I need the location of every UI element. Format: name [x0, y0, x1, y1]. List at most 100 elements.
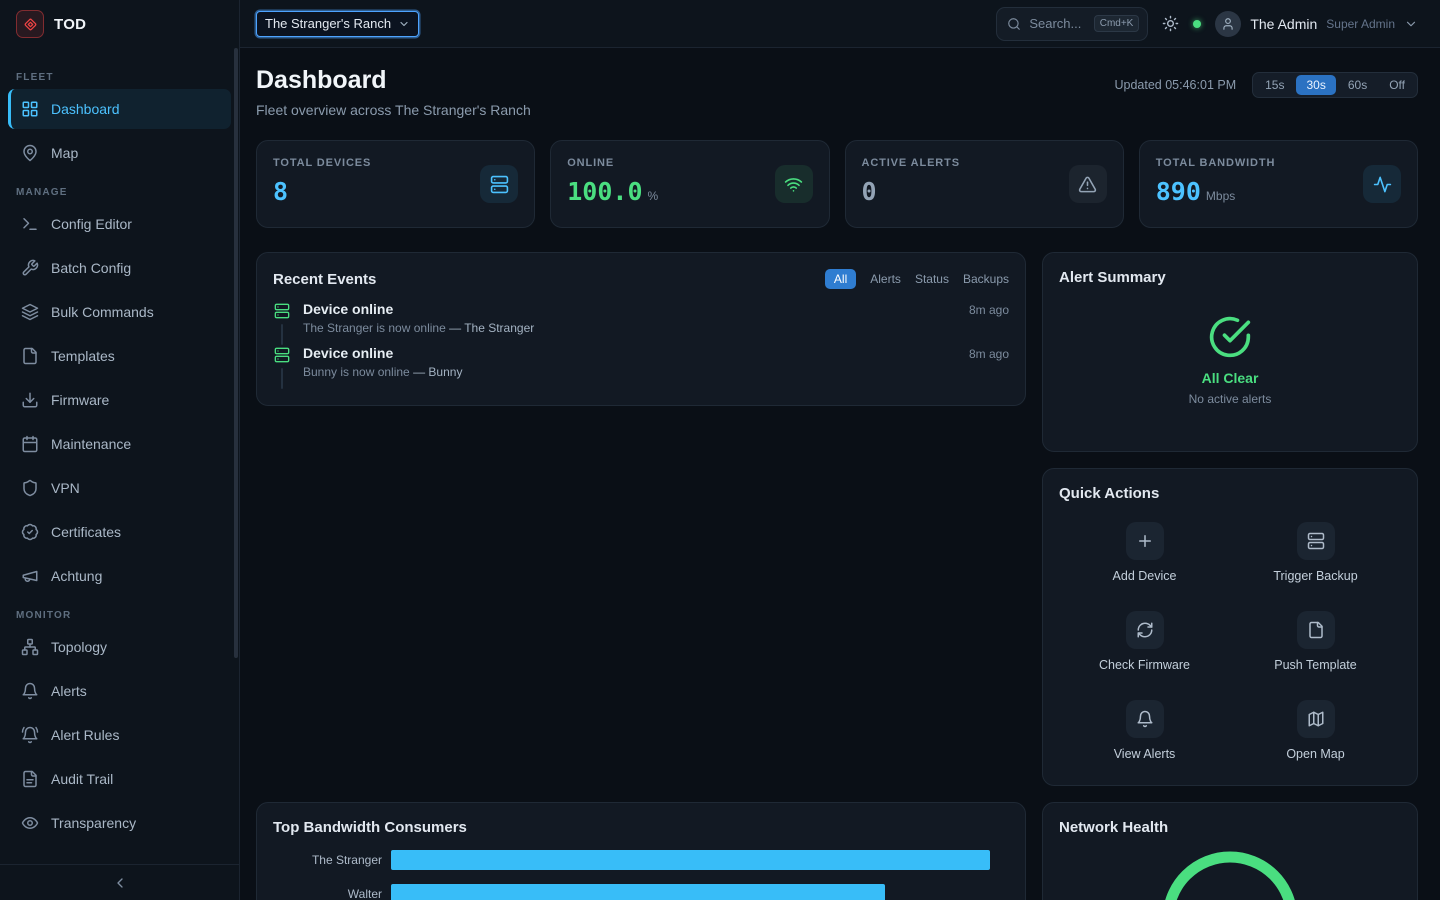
eye-icon — [21, 814, 39, 832]
action-label: Check Firmware — [1099, 658, 1190, 672]
sidebar-item-firmware[interactable]: Firmware — [8, 380, 231, 420]
refresh-option-off[interactable]: Off — [1379, 75, 1415, 95]
event-title: Device online — [303, 345, 393, 361]
main-area: The Stranger's Ranch Cmd+K The Admin Sup… — [240, 0, 1440, 900]
topbar-right: Cmd+K The Admin Super Admin — [996, 7, 1418, 41]
sidebar-item-batch-config[interactable]: Batch Config — [8, 248, 231, 288]
event-row: Device online 8m ago The Stranger is now… — [273, 301, 1009, 345]
refresh-option-15s[interactable]: 15s — [1255, 75, 1294, 95]
search-input[interactable] — [1029, 16, 1085, 31]
timeline-connector — [281, 324, 283, 345]
app-header: TOD — [0, 0, 239, 48]
action-open-map[interactable]: Open Map — [1230, 700, 1401, 761]
bandwidth-card: Top Bandwidth Consumers The Stranger Wal… — [256, 802, 1026, 900]
site-selector[interactable]: The Stranger's Ranch — [256, 11, 419, 37]
sidebar-item-audit-trail[interactable]: Audit Trail — [8, 759, 231, 799]
page-title: Dashboard — [256, 66, 531, 95]
chevron-left-icon — [112, 875, 128, 891]
refresh-option-30s[interactable]: 30s — [1296, 75, 1335, 95]
sidebar-item-certificates[interactable]: Certificates — [8, 512, 231, 552]
bell-icon — [1126, 700, 1164, 738]
stat-value: 890 — [1156, 177, 1201, 206]
sidebar-section-label-fleet: FLEET — [16, 72, 223, 83]
sidebar-item-bulk-commands[interactable]: Bulk Commands — [8, 292, 231, 332]
wrench-icon — [21, 259, 39, 277]
sidebar-item-label: Topology — [51, 639, 107, 655]
plus-icon — [1126, 522, 1164, 560]
refresh-option-60s[interactable]: 60s — [1338, 75, 1377, 95]
megaphone-icon — [21, 567, 39, 585]
sidebar-item-map[interactable]: Map — [8, 133, 231, 173]
filter-alerts[interactable]: Alerts — [870, 272, 901, 286]
stat-card-total-bandwidth: TOTAL BANDWIDTH 890 Mbps — [1139, 140, 1418, 228]
event-time: 8m ago — [969, 303, 1009, 317]
action-add-device[interactable]: Add Device — [1059, 522, 1230, 583]
sidebar-item-config-editor[interactable]: Config Editor — [8, 204, 231, 244]
stat-card-online: ONLINE 100.0 % — [550, 140, 829, 228]
layers-icon — [21, 303, 39, 321]
user-menu[interactable]: The Admin Super Admin — [1215, 11, 1418, 37]
sidebar-item-label: Certificates — [51, 524, 121, 540]
filter-backups[interactable]: Backups — [963, 272, 1009, 286]
stat-label: ONLINE — [567, 157, 812, 169]
sidebar-item-label: Maintenance — [51, 436, 131, 452]
sidebar: TOD FLEET Dashboard Map MANAGE Config Ed… — [0, 0, 240, 900]
filter-status[interactable]: Status — [915, 272, 949, 286]
card-title: Top Bandwidth Consumers — [273, 819, 1009, 836]
dashboard-grid: Recent Events All Alerts Status Backups — [256, 252, 1418, 900]
action-label: Add Device — [1113, 569, 1177, 583]
sidebar-collapse-button[interactable] — [0, 864, 239, 900]
sidebar-item-transparency[interactable]: Transparency — [8, 803, 231, 843]
theme-toggle-button[interactable] — [1162, 15, 1179, 32]
event-list: Device online 8m ago The Stranger is now… — [273, 301, 1009, 389]
page-subtitle: Fleet overview across The Stranger's Ran… — [256, 102, 531, 118]
sidebar-item-alerts[interactable]: Alerts — [8, 671, 231, 711]
action-push-template[interactable]: Push Template — [1230, 611, 1401, 672]
action-trigger-backup[interactable]: Trigger Backup — [1230, 522, 1401, 583]
sidebar-item-vpn[interactable]: VPN — [8, 468, 231, 508]
quick-actions-card: Quick Actions Add Device Tri — [1042, 468, 1418, 786]
stat-label: ACTIVE ALERTS — [862, 157, 1107, 169]
wifi-icon — [775, 165, 813, 203]
action-view-alerts[interactable]: View Alerts — [1059, 700, 1230, 761]
event-description: Bunny is now online — Bunny — [303, 365, 1009, 379]
timeline-connector — [281, 368, 283, 389]
map-pin-icon — [21, 144, 39, 162]
action-label: Push Template — [1274, 658, 1356, 672]
sidebar-item-topology[interactable]: Topology — [8, 627, 231, 667]
sidebar-section-label-manage: MANAGE — [16, 187, 223, 198]
user-icon — [1221, 17, 1235, 31]
stat-label: TOTAL BANDWIDTH — [1156, 157, 1401, 169]
card-title: Alert Summary — [1059, 269, 1401, 286]
sidebar-item-label: VPN — [51, 480, 80, 496]
card-title: Recent Events — [273, 271, 376, 288]
warning-triangle-icon — [1069, 165, 1107, 203]
stat-value: 100.0 — [567, 177, 642, 206]
sidebar-item-dashboard[interactable]: Dashboard — [8, 89, 231, 129]
sidebar-item-label: Dashboard — [51, 101, 120, 117]
event-description: The Stranger is now online — The Strange… — [303, 321, 1009, 335]
sidebar-item-achtung[interactable]: Achtung — [8, 556, 231, 596]
event-title: Device online — [303, 301, 393, 317]
sidebar-item-alert-rules[interactable]: Alert Rules — [8, 715, 231, 755]
alert-summary-card: Alert Summary All Clear No active alerts — [1042, 252, 1418, 452]
bar-row: Walter — [273, 884, 1009, 900]
health-gauge — [1059, 836, 1401, 900]
stat-suffix: % — [648, 189, 659, 203]
bar-label: The Stranger — [273, 853, 391, 867]
sidebar-section-label-monitor: MONITOR — [16, 610, 223, 621]
event-device: — The Stranger — [449, 321, 534, 335]
action-check-firmware[interactable]: Check Firmware — [1059, 611, 1230, 672]
sidebar-scrollbar[interactable] — [234, 48, 238, 658]
sidebar-item-maintenance[interactable]: Maintenance — [8, 424, 231, 464]
filter-all[interactable]: All — [825, 269, 856, 289]
sidebar-item-templates[interactable]: Templates — [8, 336, 231, 376]
card-title: Network Health — [1059, 819, 1401, 836]
search-box[interactable]: Cmd+K — [996, 7, 1148, 41]
connection-status-dot — [1193, 20, 1201, 28]
map-icon — [1297, 700, 1335, 738]
sidebar-item-label: Firmware — [51, 392, 109, 408]
calendar-icon — [21, 435, 39, 453]
sidebar-nav: FLEET Dashboard Map MANAGE Config Editor… — [0, 48, 239, 864]
sidebar-item-label: Audit Trail — [51, 771, 113, 787]
